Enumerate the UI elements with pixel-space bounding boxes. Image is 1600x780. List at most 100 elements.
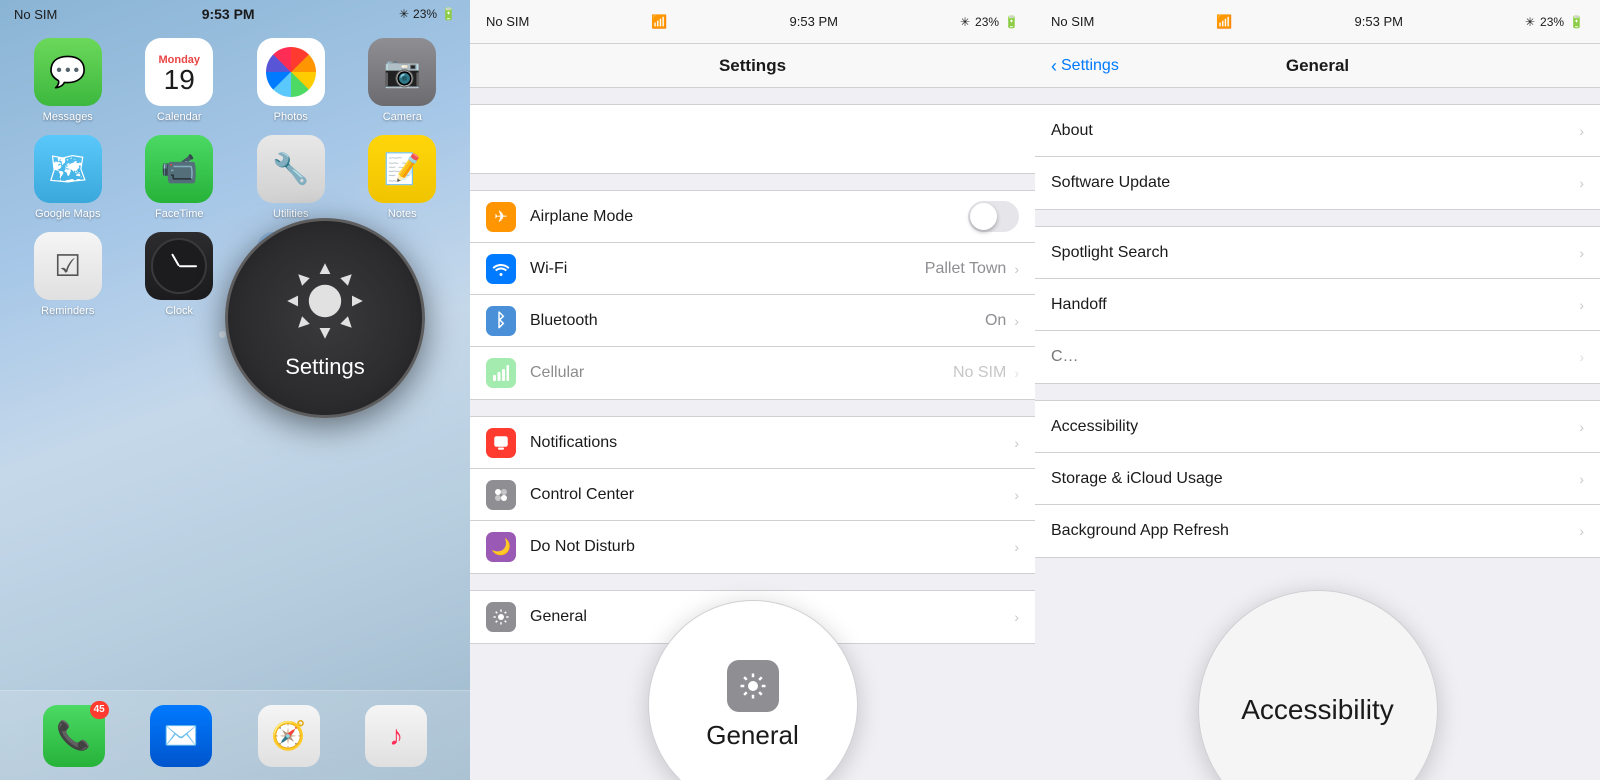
- settings-row-notifications[interactable]: Notifications ›: [470, 417, 1035, 469]
- handoff-label: Handoff: [1051, 296, 1579, 314]
- partial-label: C…: [1051, 348, 1579, 366]
- settings-group-profile: [470, 104, 1035, 174]
- accessibility-zoom-circle: Accessibility: [1198, 590, 1438, 780]
- app-calendar[interactable]: Monday 19 Calendar: [130, 38, 230, 123]
- app-messages[interactable]: 💬 Messages: [18, 38, 118, 123]
- settings-title: Settings: [719, 56, 786, 76]
- airplane-mode-label: Airplane Mode: [530, 208, 968, 226]
- background-refresh-chevron: ›: [1579, 523, 1584, 539]
- status-bar-general: No SIM 📶 9:53 PM ✳ 23% 🔋: [1035, 0, 1600, 44]
- dock-safari[interactable]: 🧭: [258, 705, 320, 767]
- settings-row-software-update[interactable]: Software Update ›: [1035, 157, 1600, 209]
- dock-phone[interactable]: 📞 45: [43, 705, 105, 767]
- settings-group-about: About › Software Update ›: [1035, 104, 1600, 210]
- status-bar-home: No SIM 9:53 PM ✳ 23% 🔋: [0, 0, 470, 24]
- settings-group-network: ✈ Airplane Mode Wi-Fi Pa: [470, 190, 1035, 400]
- clock-label: Clock: [165, 305, 193, 317]
- settings-group-accessibility: Accessibility › Storage & iCloud Usage ›…: [1035, 400, 1600, 558]
- general-panel: No SIM 📶 9:53 PM ✳ 23% 🔋 ‹ Settings Gene…: [1035, 0, 1600, 780]
- control-center-icon: [486, 480, 516, 510]
- maps-label: Google Maps: [35, 208, 100, 220]
- clock-icon: [145, 232, 213, 300]
- wifi-value: Pallet Town: [925, 260, 1007, 278]
- camera-icon: 📷: [368, 38, 436, 106]
- about-chevron: ›: [1579, 123, 1584, 139]
- app-clock[interactable]: Clock: [130, 232, 230, 317]
- bt-icon-home: ✳: [399, 7, 409, 21]
- settings-group-search: Spotlight Search › Handoff › C… ›: [1035, 226, 1600, 384]
- bt-icon-general: ✳: [1525, 15, 1535, 29]
- settings-row-handoff[interactable]: Handoff ›: [1035, 279, 1600, 331]
- time-home: 9:53 PM: [202, 6, 255, 22]
- settings-row-cellular[interactable]: Cellular No SIM ›: [470, 347, 1035, 399]
- settings-row-about[interactable]: About ›: [1035, 105, 1600, 157]
- spotlight-chevron: ›: [1579, 245, 1584, 261]
- storage-chevron: ›: [1579, 471, 1584, 487]
- general-zoom-gear-icon: [727, 660, 779, 712]
- settings-zoom-circle[interactable]: Settings: [225, 218, 425, 418]
- software-update-label: Software Update: [1051, 174, 1579, 192]
- calendar-label: Calendar: [157, 111, 202, 123]
- settings-row-wifi[interactable]: Wi-Fi Pallet Town ›: [470, 243, 1035, 295]
- cellular-chevron: ›: [1014, 365, 1019, 381]
- general-title: General: [1286, 56, 1349, 76]
- storage-label: Storage & iCloud Usage: [1051, 470, 1579, 488]
- dock-mail[interactable]: ✉️: [150, 705, 212, 767]
- settings-nav-bar: Settings: [470, 44, 1035, 88]
- cal-day: 19: [164, 66, 195, 94]
- settings-list-wrapper: ✈ Airplane Mode Wi-Fi Pa: [470, 88, 1035, 780]
- battery-pct-settings: 23%: [975, 15, 999, 29]
- notes-icon: 📝: [368, 135, 436, 203]
- settings-row-storage[interactable]: Storage & iCloud Usage ›: [1035, 453, 1600, 505]
- app-camera[interactable]: 📷 Camera: [353, 38, 453, 123]
- photos-icon: [257, 38, 325, 106]
- dot-1: [219, 331, 226, 338]
- about-label: About: [1051, 122, 1579, 140]
- status-bar-settings: No SIM 📶 9:53 PM ✳ 23% 🔋: [470, 0, 1035, 44]
- app-reminders[interactable]: ☑ Reminders: [18, 232, 118, 317]
- settings-zoom-label: Settings: [285, 354, 365, 380]
- settings-row-partial[interactable]: C… ›: [1035, 331, 1600, 383]
- battery-icon-settings: 🔋: [1004, 15, 1019, 29]
- settings-panel: No SIM 📶 9:53 PM ✳ 23% 🔋 Settings ✈: [470, 0, 1035, 780]
- app-photos[interactable]: Photos: [241, 38, 341, 123]
- carrier-home: No SIM: [14, 7, 57, 22]
- dock-music[interactable]: ♪: [365, 705, 427, 767]
- reminders-icon: ☑: [34, 232, 102, 300]
- bluetooth-chevron: ›: [1014, 313, 1019, 329]
- handoff-chevron: ›: [1579, 297, 1584, 313]
- utilities-label: Utilities: [273, 208, 308, 220]
- app-notes[interactable]: 📝 Notes: [353, 135, 453, 220]
- settings-row-background-refresh[interactable]: Background App Refresh ›: [1035, 505, 1600, 557]
- app-maps[interactable]: 🗺 Google Maps: [18, 135, 118, 220]
- notifications-label: Notifications: [530, 434, 1014, 452]
- settings-row-airplane[interactable]: ✈ Airplane Mode: [470, 191, 1035, 243]
- home-screen: No SIM 9:53 PM ✳ 23% 🔋 💬 Messages Monday…: [0, 0, 470, 780]
- partial-chevron: ›: [1579, 349, 1584, 365]
- airplane-mode-icon: ✈: [486, 202, 516, 232]
- bluetooth-icon: ᛒ: [486, 306, 516, 336]
- clock-min-hand: [179, 265, 197, 267]
- settings-profile-row: [470, 105, 1035, 173]
- app-facetime[interactable]: 📹 FaceTime: [130, 135, 230, 220]
- settings-row-accessibility[interactable]: Accessibility ›: [1035, 401, 1600, 453]
- cellular-label: Cellular: [530, 364, 953, 382]
- bt-icon-settings: ✳: [960, 15, 970, 29]
- photos-label: Photos: [274, 111, 308, 123]
- battery-pct-general: 23%: [1540, 15, 1564, 29]
- airplane-toggle[interactable]: [968, 201, 1019, 232]
- do-not-disturb-icon: 🌙: [486, 532, 516, 562]
- settings-row-controlcenter[interactable]: Control Center ›: [470, 469, 1035, 521]
- settings-row-disturb[interactable]: 🌙 Do Not Disturb ›: [470, 521, 1035, 573]
- settings-group-system: Notifications › Control Center ›: [470, 416, 1035, 574]
- back-button[interactable]: ‹ Settings: [1051, 57, 1119, 75]
- calendar-icon: Monday 19: [145, 38, 213, 106]
- background-refresh-label: Background App Refresh: [1051, 522, 1579, 540]
- reminders-label: Reminders: [41, 305, 94, 317]
- bluetooth-label: Bluetooth: [530, 312, 985, 330]
- settings-row-spotlight[interactable]: Spotlight Search ›: [1035, 227, 1600, 279]
- settings-row-bluetooth[interactable]: ᛒ Bluetooth On ›: [470, 295, 1035, 347]
- general-list-wrapper: About › Software Update › Spotlight Sear…: [1035, 88, 1600, 780]
- maps-icon: 🗺: [34, 135, 102, 203]
- app-utilities[interactable]: 🔧 Utilities: [241, 135, 341, 220]
